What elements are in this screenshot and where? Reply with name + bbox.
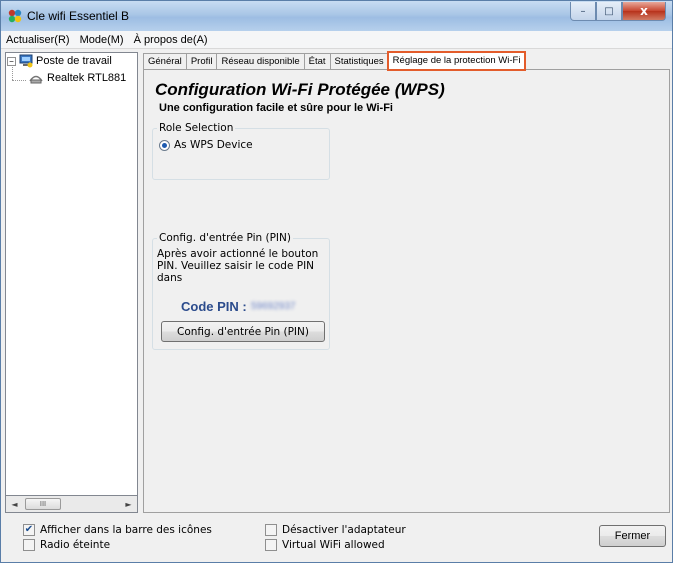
tree-connector	[12, 67, 13, 80]
wps-panel: Configuration Wi-Fi Protégée (WPS) Une c…	[143, 69, 670, 513]
scroll-left-icon[interactable]: ◄	[6, 496, 23, 512]
radio-off-label: Radio éteinte	[40, 539, 111, 551]
pin-instructions: Après avoir actionné le bouton PIN. Veui…	[157, 248, 337, 284]
app-window: Cle wifi Essentiel B – □ x Actualiser(R)…	[0, 0, 673, 563]
tab-wps-settings[interactable]: Réglage de la protection Wi-Fi	[386, 51, 527, 71]
close-icon: x	[640, 4, 648, 18]
computer-icon	[19, 54, 33, 68]
page-subtitle: Une configuration facile et sûre pour le…	[159, 102, 393, 114]
menu-bar: Actualiser(R) Mode(M) À propos de(A)	[1, 31, 672, 49]
window-title: Cle wifi Essentiel B	[27, 9, 130, 23]
radio-off-checkbox[interactable]	[23, 539, 35, 551]
tab-available-networks[interactable]: Réseau disponible	[216, 53, 305, 69]
tree-label-adapter: Realtek RTL881	[47, 72, 127, 84]
as-wps-device-label: As WPS Device	[174, 139, 253, 151]
show-in-tray-checkbox[interactable]: ✔	[23, 524, 35, 536]
pin-instructions-line-1: Après avoir actionné le bouton	[157, 248, 319, 260]
virtual-wifi-checkbox[interactable]	[265, 539, 277, 551]
tree-node-adapter[interactable]: Realtek RTL881	[28, 71, 126, 85]
minimize-icon: –	[580, 5, 586, 17]
tree-label-root: Poste de travail	[36, 55, 112, 67]
menu-mode[interactable]: Mode(M)	[75, 34, 129, 46]
network-adapter-icon	[29, 75, 43, 84]
minimize-button[interactable]: –	[570, 2, 596, 21]
code-pin-label: Code PIN :	[181, 299, 247, 314]
radio-off-option[interactable]: Radio éteinte	[23, 539, 110, 551]
collapse-icon[interactable]: −	[7, 56, 16, 66]
code-pin-value: 59692937	[251, 301, 296, 312]
tab-strip: Général Profil Réseau disponible État St…	[143, 51, 527, 71]
maximize-icon: □	[604, 5, 614, 17]
virtual-wifi-label: Virtual WiFi allowed	[282, 539, 385, 551]
menu-refresh[interactable]: Actualiser(R)	[1, 34, 75, 46]
caption-buttons: – □ x	[570, 2, 666, 21]
radio-selected-dot	[162, 142, 167, 148]
tab-statistics[interactable]: Statistiques	[329, 53, 389, 69]
tab-general[interactable]: Général	[143, 53, 187, 69]
show-in-tray-label: Afficher dans la barre des icônes	[40, 524, 212, 536]
scroll-thumb[interactable]: III	[25, 498, 61, 510]
pin-config-group: Config. d'entrée Pin (PIN) Après avoir a…	[152, 232, 330, 350]
virtual-wifi-option[interactable]: Virtual WiFi allowed	[265, 539, 385, 551]
role-selection-legend: Role Selection	[157, 122, 236, 134]
close-window-button[interactable]: x	[622, 2, 666, 21]
maximize-button[interactable]: □	[596, 2, 622, 21]
disable-adapter-label: Désactiver l'adaptateur	[282, 524, 406, 536]
page-title: Configuration Wi-Fi Protégée (WPS)	[155, 80, 445, 99]
tree-horizontal-scrollbar[interactable]: ◄ III ►	[5, 496, 138, 513]
app-icon	[8, 9, 22, 23]
title-bar[interactable]: Cle wifi Essentiel B – □ x	[1, 1, 672, 31]
disable-adapter-option[interactable]: Désactiver l'adaptateur	[265, 524, 406, 536]
pin-config-button[interactable]: Config. d'entrée Pin (PIN)	[161, 321, 325, 342]
pin-instructions-line-2: PIN. Veuillez saisir le code PIN dans	[157, 260, 315, 284]
tab-status[interactable]: État	[303, 53, 331, 69]
menu-about[interactable]: À propos de(A)	[129, 34, 213, 46]
close-button[interactable]: Fermer	[599, 525, 666, 547]
show-in-tray-option[interactable]: ✔ Afficher dans la barre des icônes	[23, 524, 212, 536]
tab-profile[interactable]: Profil	[185, 53, 218, 69]
disable-adapter-checkbox[interactable]	[265, 524, 277, 536]
role-selection-group: Role Selection As WPS Device	[152, 122, 330, 180]
device-tree[interactable]: − Poste de travail Realtek RTL881	[5, 52, 138, 496]
radio-button[interactable]	[159, 139, 170, 151]
pin-config-legend: Config. d'entrée Pin (PIN)	[157, 232, 293, 244]
as-wps-device-radio[interactable]: As WPS Device	[159, 139, 253, 151]
scroll-right-icon[interactable]: ►	[120, 496, 137, 512]
tree-node-root[interactable]: − Poste de travail	[7, 54, 112, 68]
tree-connector	[12, 80, 26, 81]
